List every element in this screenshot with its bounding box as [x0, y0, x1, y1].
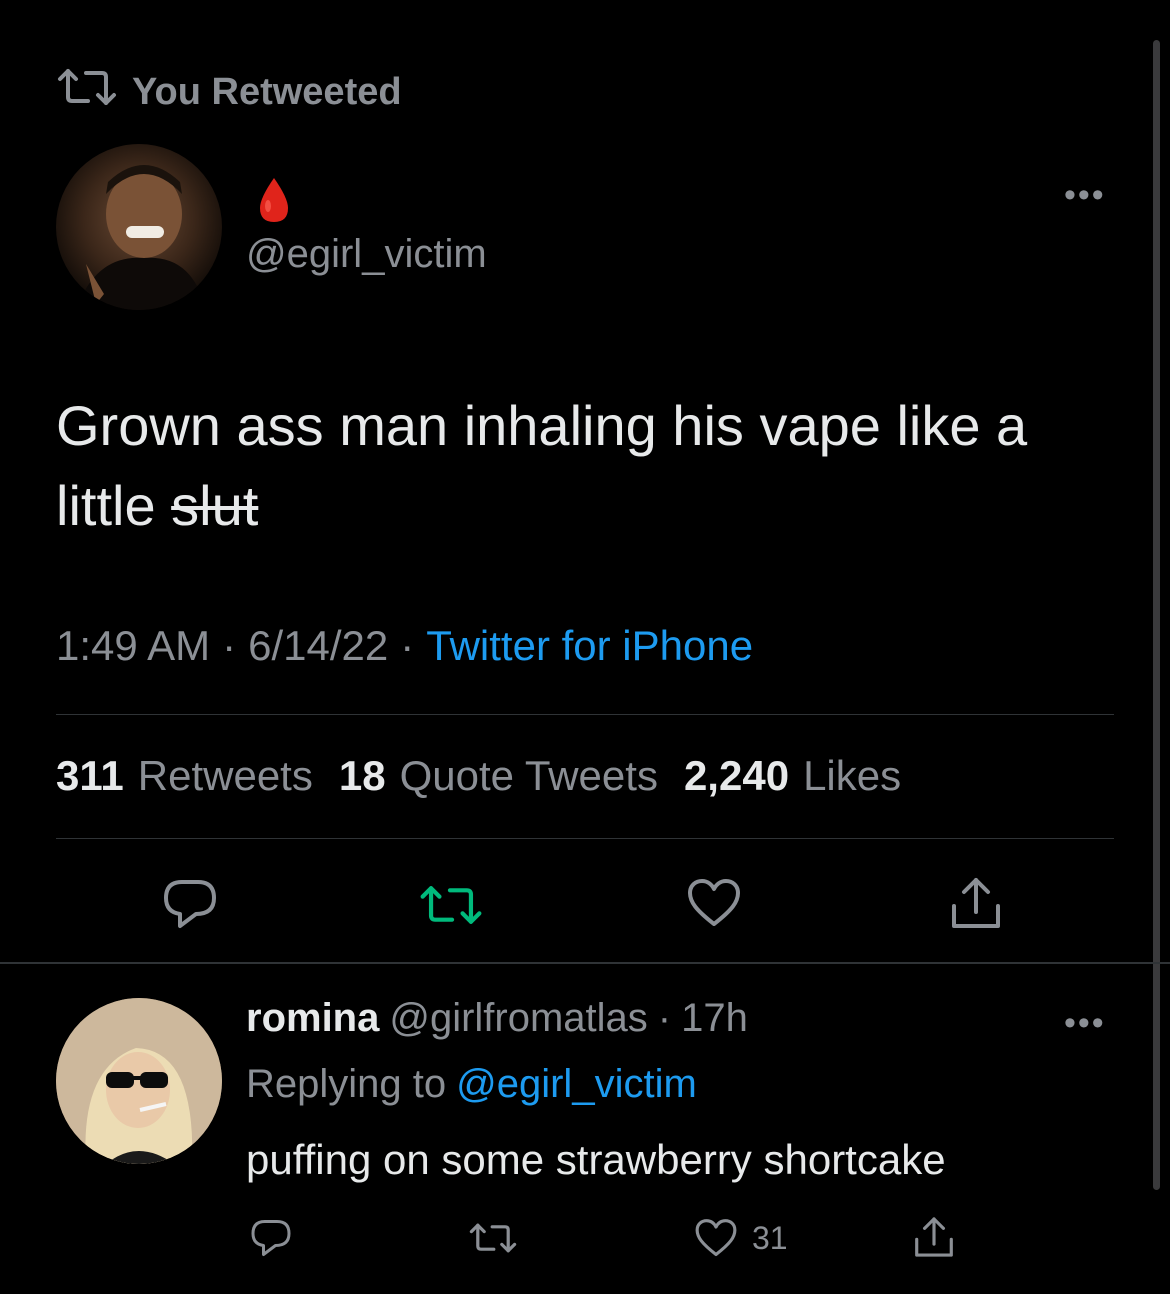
share-button[interactable]: [948, 874, 1004, 932]
reply-age: 17h: [681, 996, 748, 1040]
more-icon[interactable]: •••: [1064, 1006, 1106, 1040]
replying-to-handle[interactable]: @egirl_victim: [456, 1062, 697, 1107]
retweet-banner: You Retweeted: [56, 68, 402, 116]
tweet-text-struck: slut: [171, 474, 259, 537]
reply-retweet-button[interactable]: [468, 1222, 518, 1254]
avatar[interactable]: [56, 998, 222, 1164]
quotes-label: Quote Tweets: [399, 752, 658, 799]
retweet-icon: [56, 67, 118, 117]
replying-to: Replying to @egirl_victim: [246, 1062, 697, 1107]
retweets-label: Retweets: [137, 752, 313, 799]
reply-like-count: 31: [752, 1219, 788, 1256]
tweet-date: 6/14/22: [248, 622, 389, 669]
author-handle[interactable]: @egirl_victim: [246, 232, 487, 277]
reply-author-handle[interactable]: @girlfromatlas: [389, 996, 647, 1041]
likes-label: Likes: [803, 752, 902, 799]
reply-text: puffing on some strawberry shortcake: [246, 1136, 946, 1183]
divider: [56, 714, 1114, 715]
tweet-meta: 1:49 AM · 6/14/22 · Twitter for iPhone: [56, 622, 753, 670]
reply-icon: [250, 1218, 292, 1258]
tweet-time: 1:49 AM: [56, 622, 211, 669]
share-icon: [948, 874, 1004, 932]
retweet-banner-label: You Retweeted: [132, 70, 402, 113]
tweet-stats: 311 Retweets 18 Quote Tweets 2,240 Likes: [56, 752, 901, 800]
divider: [56, 838, 1114, 839]
like-button[interactable]: [686, 878, 742, 928]
blood-drop-icon: [252, 176, 296, 224]
tweet-source-link[interactable]: Twitter for iPhone: [426, 622, 753, 670]
avatar[interactable]: [56, 144, 222, 310]
retweets-stat[interactable]: 311 Retweets: [56, 752, 313, 800]
reply-separator: ·: [657, 996, 672, 1040]
section-divider: [0, 962, 1170, 964]
likes-count: 2,240: [683, 752, 790, 799]
quotes-count: 18: [338, 752, 386, 799]
reply-like-button[interactable]: 31: [694, 1218, 788, 1258]
replying-prefix: Replying to: [246, 1062, 447, 1106]
retweet-icon: [468, 1222, 518, 1254]
quotes-stat[interactable]: 18 Quote Tweets: [339, 752, 658, 800]
likes-stat[interactable]: 2,240 Likes: [684, 752, 901, 800]
tweet-text: Grown ass man inhaling his vape like a l…: [56, 386, 1096, 546]
reply-reply-button[interactable]: [250, 1218, 292, 1258]
like-icon: [686, 878, 742, 928]
scrollbar[interactable]: [1153, 40, 1160, 1190]
retweet-icon: [418, 884, 484, 926]
meta-separator: ·: [222, 622, 237, 669]
retweets-count: 311: [56, 752, 124, 799]
meta-separator: ·: [400, 622, 415, 669]
retweet-button[interactable]: [418, 884, 484, 926]
reply-header: romina @girlfromatlas · 17h: [246, 996, 748, 1041]
reply-author-name[interactable]: romina: [246, 996, 379, 1041]
share-icon: [912, 1214, 956, 1260]
reply-icon: [162, 878, 218, 930]
more-icon[interactable]: •••: [1064, 178, 1106, 212]
reply-button[interactable]: [162, 878, 218, 930]
like-icon: [694, 1218, 738, 1258]
reply-share-button[interactable]: [912, 1214, 956, 1260]
